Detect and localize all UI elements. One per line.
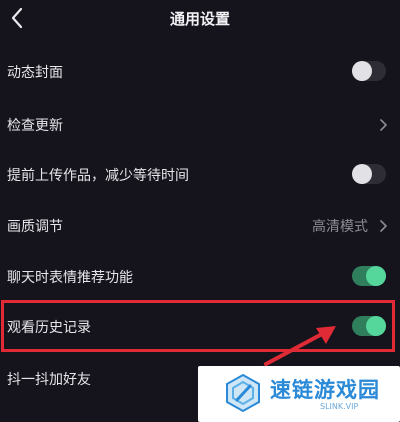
watermark-logo-icon xyxy=(226,373,260,413)
setting-label: 画质调节 xyxy=(7,219,63,235)
setting-early-upload: 提前上传作品，减少等待时间 xyxy=(0,150,400,200)
dynamic-cover-toggle[interactable] xyxy=(352,61,386,81)
quality-value: 高清模式 xyxy=(312,219,368,235)
annotation-arrow-icon xyxy=(264,326,336,366)
setting-label: 检查更新 xyxy=(7,118,63,134)
setting-emoji-recommend: 聊天时表情推荐功能 xyxy=(0,252,400,302)
setting-label: 聊天时表情推荐功能 xyxy=(7,270,133,286)
setting-label: 提前上传作品，减少等待时间 xyxy=(7,168,189,184)
toggle-knob xyxy=(366,266,386,286)
watermark: 速链游戏园 SLINK.VIP xyxy=(198,366,400,422)
setting-label: 动态封面 xyxy=(7,65,63,81)
emoji-recommend-toggle[interactable] xyxy=(352,266,386,286)
toggle-knob xyxy=(352,164,372,184)
page-title: 通用设置 xyxy=(169,10,230,28)
header: 通用设置 xyxy=(0,0,400,38)
setting-check-update[interactable]: 检查更新 xyxy=(0,100,400,150)
watermark-text: 速链游戏园 xyxy=(270,378,380,402)
toggle-knob xyxy=(352,61,372,81)
early-upload-toggle[interactable] xyxy=(352,164,386,184)
setting-label: 抖一抖加好友 xyxy=(7,372,91,388)
setting-quality[interactable]: 画质调节 高清模式 xyxy=(0,201,400,251)
chevron-right-icon xyxy=(380,220,387,232)
watermark-subtext: SLINK.VIP xyxy=(320,402,359,411)
setting-dynamic-cover: 动态封面 xyxy=(0,47,400,97)
chevron-right-icon xyxy=(380,119,387,131)
